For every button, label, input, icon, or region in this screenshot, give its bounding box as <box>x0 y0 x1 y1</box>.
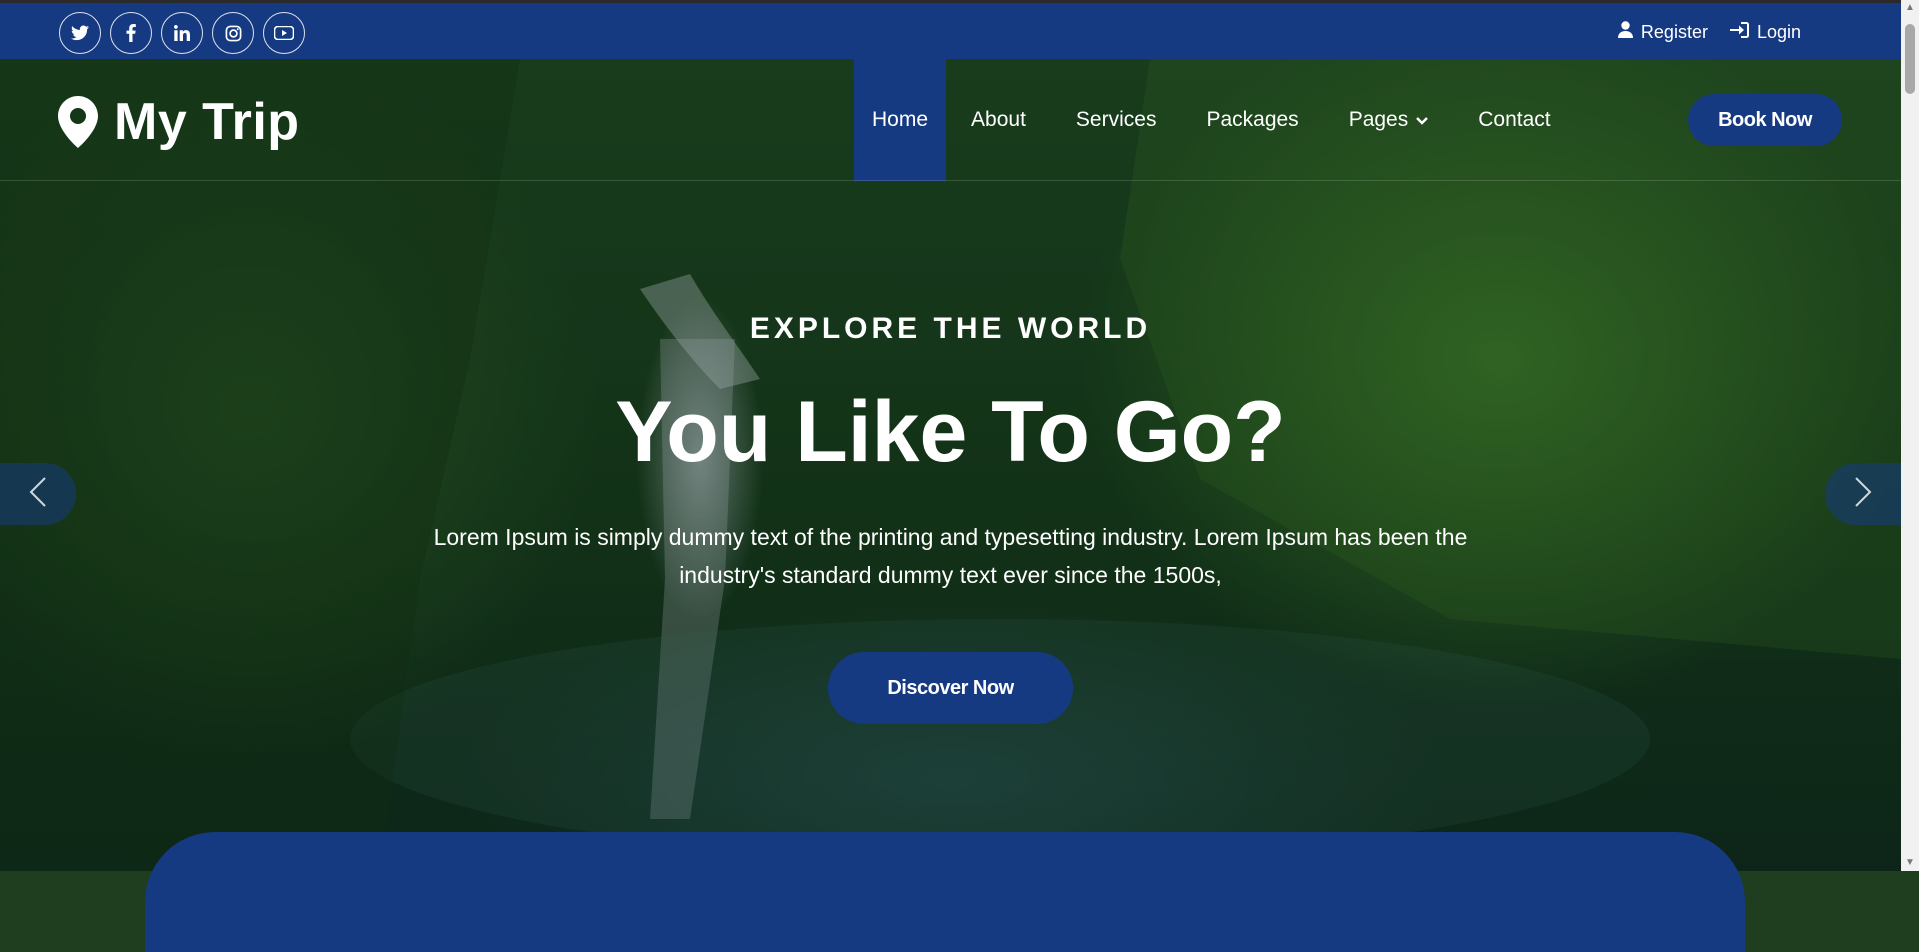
instagram-icon[interactable] <box>212 12 254 54</box>
user-icon <box>1617 21 1633 43</box>
book-now-button[interactable]: Book Now <box>1688 94 1842 146</box>
carousel-prev-button[interactable] <box>0 463 76 525</box>
brand-logo[interactable]: My Trip <box>58 92 300 152</box>
twitter-icon[interactable] <box>59 12 101 54</box>
carousel-next-button[interactable] <box>1825 463 1901 525</box>
hero-eyebrow: EXPLORE THE WORLD <box>749 312 1152 345</box>
scroll-up-icon[interactable]: ▲ <box>1901 0 1919 16</box>
page-scrollbar[interactable]: ▲ ▼ <box>1901 0 1919 871</box>
top-bar: Register Login <box>0 0 1901 59</box>
sign-in-icon <box>1729 21 1749 43</box>
nav-about[interactable]: About <box>946 59 1051 181</box>
register-link[interactable]: Register <box>1617 21 1708 43</box>
login-link[interactable]: Login <box>1729 21 1801 43</box>
nav-services[interactable]: Services <box>1051 59 1182 181</box>
login-label: Login <box>1756 21 1801 42</box>
linkedin-icon[interactable] <box>161 12 203 54</box>
nav-contact-label: Contact <box>1478 108 1551 131</box>
nav-divider <box>0 180 1901 181</box>
chevron-left-icon <box>29 476 47 513</box>
brand-name: My Trip <box>114 93 300 151</box>
hero-headline: You Like To Go? <box>615 384 1286 480</box>
nav-pages-label: Pages <box>1348 108 1409 131</box>
nav-contact[interactable]: Contact <box>1453 59 1575 181</box>
social-links <box>59 12 305 54</box>
chevron-right-icon <box>1854 476 1872 513</box>
nav-services-label: Services <box>1075 108 1157 131</box>
register-label: Register <box>1640 21 1708 42</box>
nav-packages-label: Packages <box>1206 108 1299 131</box>
scrollbar-thumb[interactable] <box>1905 24 1915 94</box>
map-pin-icon <box>58 96 98 148</box>
auth-links: Register Login <box>1617 21 1801 43</box>
nav-home-label: Home <box>872 108 929 131</box>
facebook-icon[interactable] <box>110 12 152 54</box>
hero-lead: Lorem Ipsum is simply dummy text of the … <box>433 524 1468 588</box>
nav-packages[interactable]: Packages <box>1181 59 1323 181</box>
nav-home[interactable]: Home <box>854 59 947 181</box>
youtube-icon[interactable] <box>263 12 305 54</box>
nav-pages-dropdown[interactable]: Pages <box>1324 59 1454 181</box>
chevron-down-icon <box>1416 112 1429 128</box>
scroll-down-icon[interactable]: ▼ <box>1901 855 1919 871</box>
main-nav: Home About Services Packages Pages Conta… <box>854 59 1576 181</box>
discover-now-button[interactable]: Discover Now <box>828 652 1073 724</box>
nav-about-label: About <box>971 108 1026 131</box>
search-panel-top <box>145 832 1745 952</box>
